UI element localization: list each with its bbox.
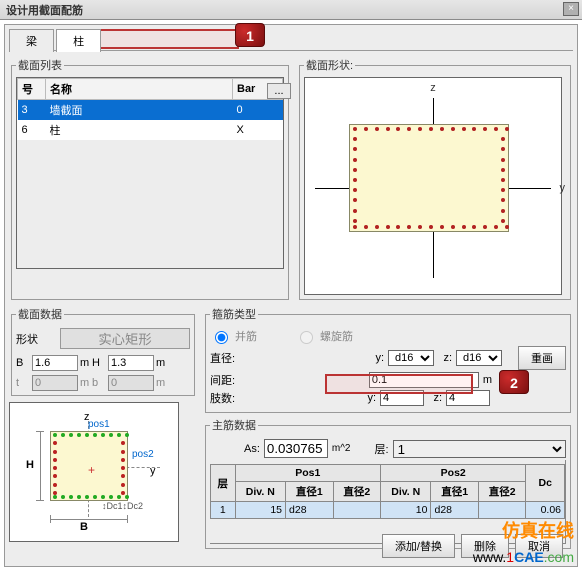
shape-field — [60, 328, 190, 349]
table-row[interactable]: 6 柱 X — [18, 120, 283, 140]
col-id: 号 — [18, 79, 46, 100]
watermark-text: 仿真在线 — [502, 517, 574, 543]
rebar-table[interactable]: 层 Pos1 Pos2 Dc Div. N 直径1 直径2 Div. N 直径1… — [210, 464, 565, 519]
th-dc: Dc — [526, 465, 565, 502]
th-p1-d1: 直径1 — [286, 482, 333, 502]
radio-spiral-label: 螺旋筋 — [320, 328, 353, 344]
dia-y-select[interactable]: d16 — [388, 350, 434, 366]
H-label: H — [92, 357, 106, 369]
dia-z-select[interactable]: d16 — [456, 350, 502, 366]
t-label: t — [16, 377, 30, 389]
tab-column[interactable]: 柱 — [56, 29, 101, 52]
section-rect — [349, 124, 509, 232]
tab-bar: 梁 柱 — [9, 29, 573, 51]
preview-pos2: pos2 — [132, 449, 154, 460]
section-preview: + z y H B pos1 pos2 ↕Dc1↕Dc2 — [9, 402, 179, 542]
preview-H: H — [26, 459, 34, 471]
as-label: As: — [244, 443, 260, 455]
table-row[interactable]: 3 墙截面 0 — [18, 100, 283, 121]
as-unit: m^2 — [332, 443, 351, 454]
dia-y-label: y: — [370, 352, 384, 364]
preview-dc: ↕Dc1↕Dc2 — [102, 501, 143, 511]
section-data-group: 截面数据 形状 B m H m t m b m — [11, 306, 195, 396]
dia-z-label: z: — [438, 352, 452, 364]
H-unit: m — [156, 357, 166, 369]
section-list-group: 截面列表 号 名称 Bar 3 墙截面 0 6 柱 — [11, 57, 289, 300]
redraw-button[interactable]: 重画 — [518, 346, 566, 370]
table-row[interactable]: 1 15 d28 10 d28 0.06 — [211, 502, 565, 519]
shape-label: 形状 — [16, 331, 56, 347]
section-data-legend: 截面数据 — [16, 306, 64, 322]
spacing-label: 间距: — [210, 372, 250, 388]
b-unit: m — [156, 377, 166, 389]
B-unit: m — [80, 357, 90, 369]
radio-poly-label: 并筋 — [235, 328, 257, 344]
col-name: 名称 — [46, 79, 233, 100]
radio-spiral — [300, 331, 313, 344]
section-shape-legend: 截面形状: — [304, 57, 355, 73]
floor-select[interactable]: 1 — [393, 440, 566, 458]
B-label: B — [16, 357, 30, 369]
b-label: b — [92, 377, 106, 389]
window-title: 设计用截面配筋 — [6, 5, 83, 17]
marker-1: 1 — [235, 23, 265, 47]
th-p1-divn: Div. N — [235, 482, 285, 502]
section-list-table[interactable]: 号 名称 Bar 3 墙截面 0 6 柱 X — [17, 78, 283, 140]
th-p2-d2: 直径2 — [478, 482, 525, 502]
floor-label: 层: — [375, 441, 389, 457]
t-field — [32, 375, 78, 391]
marker-2: 2 — [499, 370, 529, 394]
th-p1-d2: 直径2 — [333, 482, 380, 502]
axis-z-label: z — [430, 82, 436, 94]
browse-button[interactable]: ... — [267, 83, 291, 99]
th-floor: 层 — [211, 465, 236, 502]
stirrup-group: 箍筋类型 并筋 螺旋筋 直径: y: d16 z: d16 重画 — [205, 306, 571, 413]
add-button[interactable]: 添加/替换 — [382, 534, 455, 558]
section-shape-canvas: z y /* inline gen of rebar dots around t… — [304, 77, 562, 295]
th-p2-d1: 直径1 — [431, 482, 478, 502]
origin-icon: + — [88, 463, 95, 477]
titlebar: 设计用截面配筋 × — [0, 0, 582, 20]
b-field — [108, 375, 154, 391]
tab-beam[interactable]: 梁 — [9, 29, 54, 52]
th-pos2: Pos2 — [381, 465, 526, 482]
H-field[interactable] — [108, 355, 154, 371]
dia-label: 直径: — [210, 350, 250, 366]
stirrup-legend: 箍筋类型 — [210, 306, 258, 322]
legs-label: 肢数: — [210, 390, 250, 406]
watermark-url: www.1CAE.com — [473, 549, 574, 565]
as-field[interactable] — [264, 439, 328, 458]
highlight-2 — [325, 374, 473, 394]
th-pos1: Pos1 — [235, 465, 380, 482]
radio-poly[interactable] — [215, 331, 228, 344]
th-p2-divn: Div. N — [381, 482, 431, 502]
main-rebar-legend: 主筋数据 — [210, 417, 258, 433]
main-panel: 梁 柱 1 截面列表 号 名称 Bar 3 墙截面 0 — [4, 24, 578, 567]
preview-y: y — [150, 465, 156, 477]
spacing-unit: m — [483, 374, 492, 386]
close-icon[interactable]: × — [563, 2, 579, 16]
section-list-legend: 截面列表 — [16, 57, 64, 73]
B-field[interactable] — [32, 355, 78, 371]
t-unit: m — [80, 377, 90, 389]
preview-pos1: pos1 — [88, 419, 110, 430]
axis-y-label: y — [560, 182, 566, 194]
section-shape-group: 截面形状: z y /* inline gen of rebar dots ar… — [299, 57, 571, 300]
